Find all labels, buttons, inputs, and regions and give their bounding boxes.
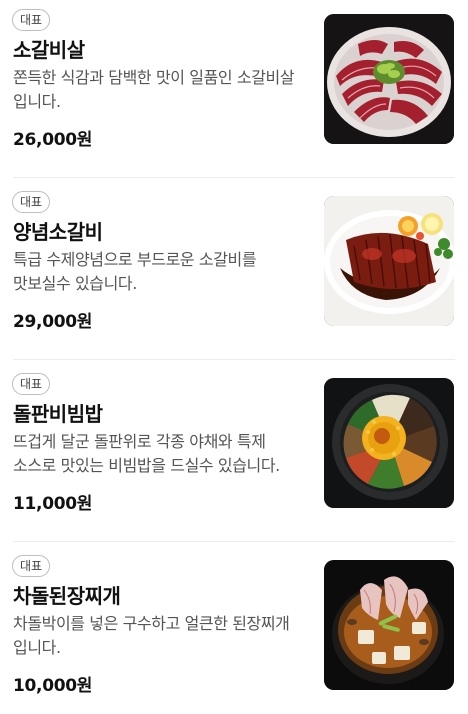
signature-badge: 대표 [12,191,51,213]
item-divider [13,177,455,178]
menu-item[interactable]: 대표 양념소갈비 특급 수제양념으로 부드로운 소갈비를 맛보실수 있습니다. … [0,182,468,360]
marinated-rib-photo-image [324,196,454,326]
menu-list: 대표 소갈비살 쫀득한 식감과 담백한 맛이 일품인 소갈비살 입니다. 26,… [0,0,468,714]
bibimbap-photo-image [324,378,454,508]
menu-item-description: 뜨겁게 달군 돌판위로 각종 야채와 특제 소스로 맛있는 비빔밥을 드실수 있… [13,432,280,475]
menu-item-description: 차돌박이를 넣은 구수하고 얼큰한 된장찌개 입니다. [13,614,290,657]
menu-item-price: 10,000원 [13,676,93,696]
signature-badge: 대표 [12,555,51,577]
signature-badge: 대표 [12,373,51,395]
menu-item-photo[interactable] [324,14,454,144]
menu-item[interactable]: 대표 차돌된장찌개 차돌박이를 넣은 구수하고 얼큰한 된장찌개 입니다. 10… [0,546,468,714]
item-divider [13,541,455,542]
item-divider [13,359,455,360]
menu-item-photo[interactable] [324,196,454,326]
menu-item[interactable]: 대표 소갈비살 쫀득한 식감과 담백한 맛이 일품인 소갈비살 입니다. 26,… [0,0,468,178]
signature-badge: 대표 [12,9,51,31]
menu-item-description: 쫀득한 식감과 담백한 맛이 일품인 소갈비살 입니다. [13,68,295,111]
menu-item-photo[interactable] [324,560,454,690]
menu-item-description: 특급 수제양념으로 부드로운 소갈비를 맛보실수 있습니다. [13,250,257,293]
menu-item-price: 11,000원 [13,494,93,514]
menu-item-name: 돌판비빔밥 [13,402,103,426]
menu-item-name: 소갈비살 [13,38,85,62]
menu-item-price: 26,000원 [13,130,93,150]
menu-item[interactable]: 대표 돌판비빔밥 뜨겁게 달군 돌판위로 각종 야채와 특제 소스로 맛있는 비… [0,364,468,542]
menu-item-name: 양념소갈비 [13,220,103,244]
soybean-stew-photo-image [324,560,454,690]
menu-item-price: 29,000원 [13,312,93,332]
menu-item-photo[interactable] [324,378,454,508]
beef-rib-photo-image [324,14,454,144]
menu-item-name: 차돌된장찌개 [13,584,121,608]
